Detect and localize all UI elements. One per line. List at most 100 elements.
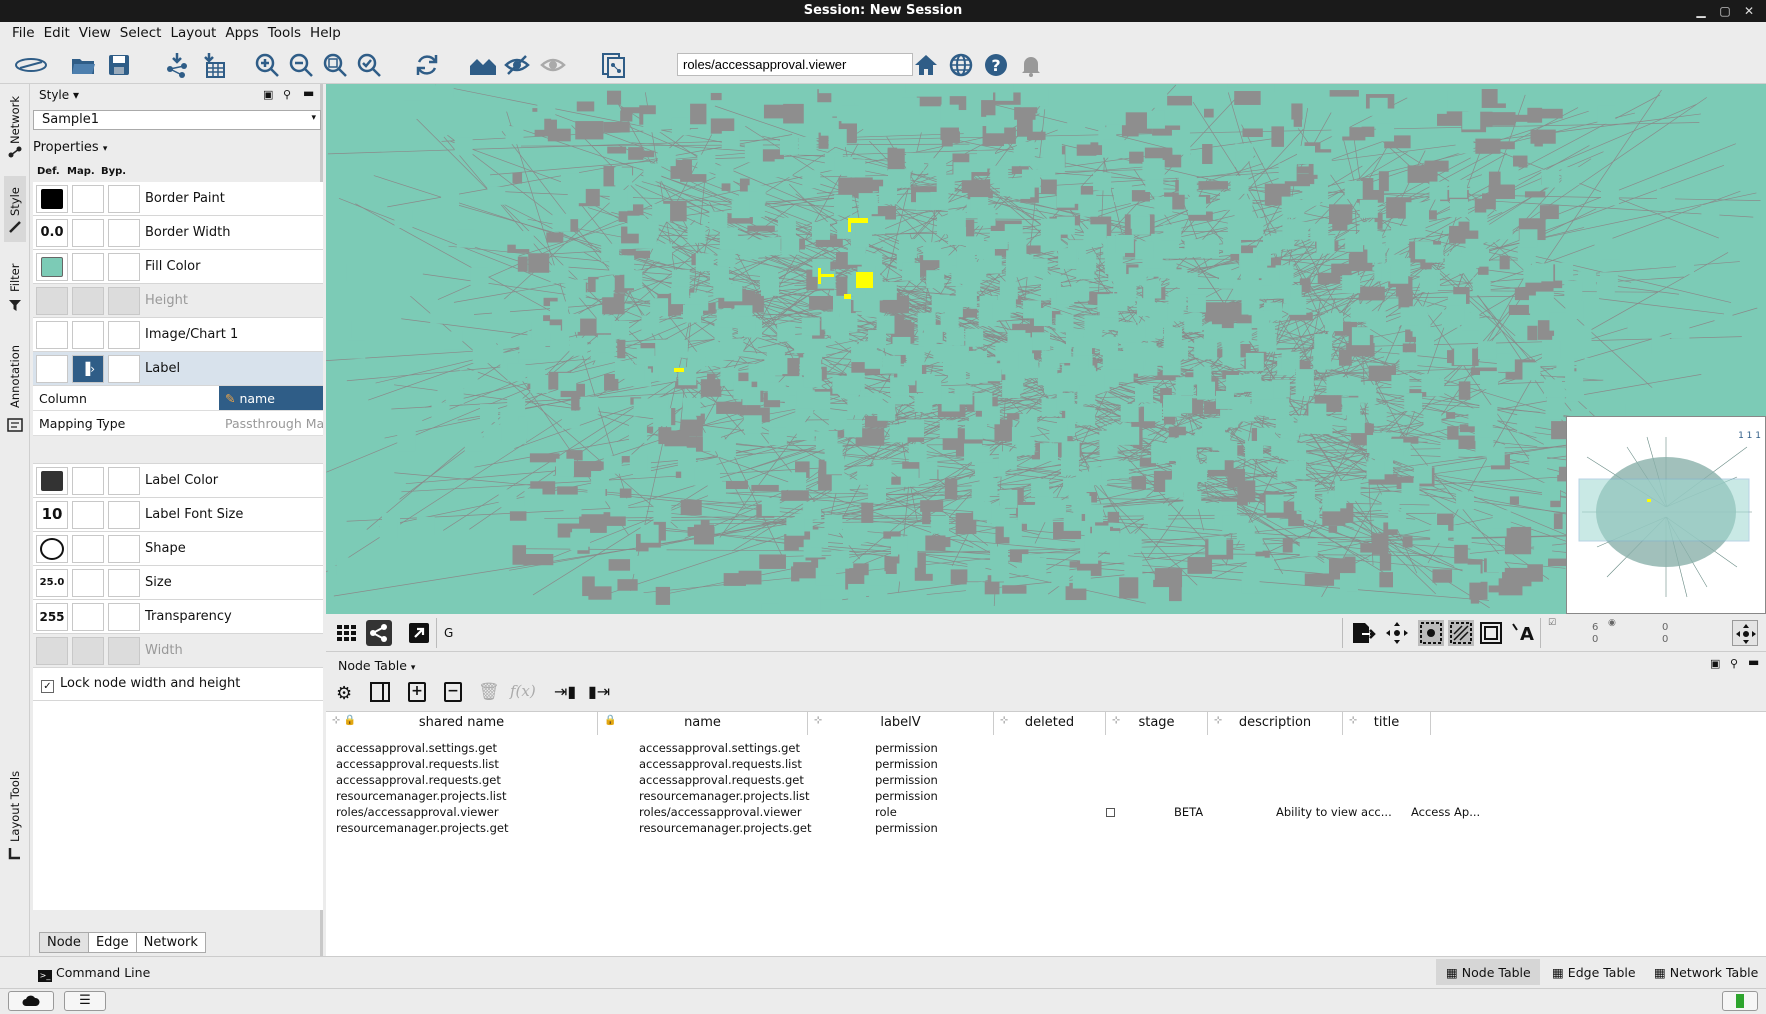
mapping-cell[interactable] xyxy=(72,569,104,597)
column-selector[interactable]: ✎ name xyxy=(219,386,323,410)
label-text-icon[interactable]: A xyxy=(1510,620,1536,646)
table-row[interactable]: accessapproval.requests.list accessapprov… xyxy=(326,757,1766,773)
new-network-from-selection-icon[interactable] xyxy=(600,52,626,78)
show-overview-icon[interactable] xyxy=(1732,620,1758,646)
bypass-cell[interactable] xyxy=(108,603,140,631)
show-columns-icon[interactable] xyxy=(370,682,390,702)
col-stage[interactable]: ⊹ stage xyxy=(1106,712,1208,735)
table-row[interactable]: accessapproval.requests.get accessapprova… xyxy=(326,773,1766,789)
share-network-icon[interactable] xyxy=(366,620,392,646)
help-icon[interactable]: ? xyxy=(983,52,1009,78)
bypass-cell[interactable] xyxy=(108,185,140,213)
import-table-icon[interactable] xyxy=(200,52,226,78)
properties-dropdown[interactable]: Properties ▾ xyxy=(33,140,107,155)
network-canvas[interactable] xyxy=(326,84,1766,614)
table-row[interactable]: accessapproval.settings.get accessapprova… xyxy=(326,741,1766,757)
mapping-type-selector[interactable]: Passthrough Ma xyxy=(219,411,323,435)
network-table-tab[interactable]: ▦ Network Table xyxy=(1654,965,1758,980)
refresh-icon[interactable] xyxy=(414,52,440,78)
remove-column-icon[interactable]: − xyxy=(444,682,462,702)
table-row[interactable]: roles/accessapproval.viewer roles/accessa… xyxy=(326,805,1766,821)
default-value-swatch[interactable] xyxy=(36,253,68,281)
menu-view[interactable]: View xyxy=(79,22,111,41)
tab-annotation[interactable]: Annotation xyxy=(4,330,26,442)
minimize-panel-icon[interactable]: ▬ xyxy=(303,86,314,100)
mapping-cell[interactable] xyxy=(72,467,104,495)
first-neighbors-icon[interactable] xyxy=(468,52,498,78)
bypass-cell[interactable] xyxy=(108,501,140,529)
style-selector[interactable]: Sample1 ▾ xyxy=(33,110,321,130)
cytoscape-logo-icon[interactable] xyxy=(14,52,48,78)
hide-selected-icon[interactable] xyxy=(504,52,530,78)
detach-view-icon[interactable] xyxy=(406,620,432,646)
mapping-column-row[interactable]: Column ✎ name xyxy=(33,386,323,411)
prop-label[interactable]: ▐› Label xyxy=(33,352,323,386)
menu-apps[interactable]: Apps xyxy=(225,22,258,41)
pin-icon[interactable]: ⚲ xyxy=(1730,657,1738,670)
ellipse-shape-icon[interactable] xyxy=(36,535,68,563)
passthrough-mapping-icon[interactable]: ▐› xyxy=(72,355,104,383)
show-all-icon[interactable] xyxy=(540,52,566,78)
edge-table-tab[interactable]: ▦ Edge Table xyxy=(1552,965,1636,980)
export-icon[interactable] xyxy=(1350,620,1376,646)
cloud-icon[interactable] xyxy=(8,991,54,1011)
globe-icon[interactable] xyxy=(948,52,974,78)
minimize-button[interactable]: ▁ xyxy=(1692,2,1710,20)
float-panel-icon[interactable]: ▣ xyxy=(263,88,273,101)
deleted-checkbox[interactable] xyxy=(1106,805,1136,820)
prop-border-paint[interactable]: Border Paint xyxy=(33,182,323,216)
tab-style[interactable]: Style xyxy=(4,176,26,242)
tab-network-style[interactable]: Network xyxy=(135,932,206,953)
prop-width[interactable]: Width xyxy=(33,634,323,668)
lock-size-checkbox[interactable]: ✓ xyxy=(41,680,54,693)
network-graph[interactable] xyxy=(326,84,1766,614)
zoom-fit-icon[interactable] xyxy=(322,52,348,78)
task-list-icon[interactable]: ☰ xyxy=(64,991,106,1011)
bypass-cell[interactable] xyxy=(108,569,140,597)
export-table-icon[interactable]: ▮⇥ xyxy=(588,682,610,701)
menu-help[interactable]: Help xyxy=(310,22,341,41)
default-value[interactable]: 0.0 xyxy=(36,219,68,247)
mapping-cell[interactable] xyxy=(72,535,104,563)
menu-layout[interactable]: Layout xyxy=(170,22,216,41)
prop-label-color[interactable]: Label Color xyxy=(33,464,323,498)
zoom-in-icon[interactable] xyxy=(254,52,280,78)
default-value[interactable]: 25.0 xyxy=(36,569,68,597)
table-panel-header[interactable]: Node Table ▾ xyxy=(326,652,1766,676)
style-panel-header[interactable]: Style ▾ xyxy=(39,88,79,102)
minimize-panel-icon[interactable]: ▬ xyxy=(1748,655,1759,669)
pin-icon[interactable]: ⚲ xyxy=(283,88,291,101)
node-table-tab[interactable]: ▦ Node Table xyxy=(1436,959,1540,985)
prop-image-chart[interactable]: Image/Chart 1 xyxy=(33,318,323,352)
add-column-icon[interactable]: + xyxy=(408,682,426,702)
default-value[interactable] xyxy=(36,321,68,349)
col-name[interactable]: 🔒 name xyxy=(598,712,808,735)
prop-fill-color[interactable]: Fill Color xyxy=(33,250,323,284)
mapping-cell[interactable] xyxy=(72,321,104,349)
home-icon[interactable] xyxy=(913,52,939,78)
select-nodes-icon[interactable] xyxy=(1418,620,1444,646)
default-value[interactable]: 10 xyxy=(36,501,68,529)
command-line-button[interactable]: >_ Command Line xyxy=(38,965,150,982)
network-overview-minimap[interactable]: 1 1 1 xyxy=(1566,416,1766,614)
search-input[interactable] xyxy=(677,53,913,76)
zoom-out-icon[interactable] xyxy=(288,52,314,78)
mapping-cell[interactable] xyxy=(72,219,104,247)
tab-network[interactable]: Network xyxy=(4,90,26,160)
prop-size[interactable]: 25.0 Size xyxy=(33,566,323,600)
open-folder-icon[interactable] xyxy=(70,52,96,78)
grid-view-icon[interactable] xyxy=(334,620,360,646)
col-description[interactable]: ⊹ description xyxy=(1208,712,1343,735)
memory-status-icon[interactable] xyxy=(1722,991,1758,1011)
default-value[interactable]: 255 xyxy=(36,603,68,631)
default-value-swatch[interactable] xyxy=(36,185,68,213)
prop-border-width[interactable]: 0.0 Border Width xyxy=(33,216,323,250)
tab-filter[interactable]: Filter xyxy=(4,254,26,320)
menu-tools[interactable]: Tools xyxy=(268,22,301,41)
prop-label-font-size[interactable]: 10 Label Font Size xyxy=(33,498,323,532)
default-value[interactable] xyxy=(36,355,68,383)
zoom-selected-icon[interactable] xyxy=(356,52,382,78)
default-value-swatch[interactable] xyxy=(36,467,68,495)
prop-transparency[interactable]: 255 Transparency xyxy=(33,600,323,634)
bypass-cell[interactable] xyxy=(108,219,140,247)
